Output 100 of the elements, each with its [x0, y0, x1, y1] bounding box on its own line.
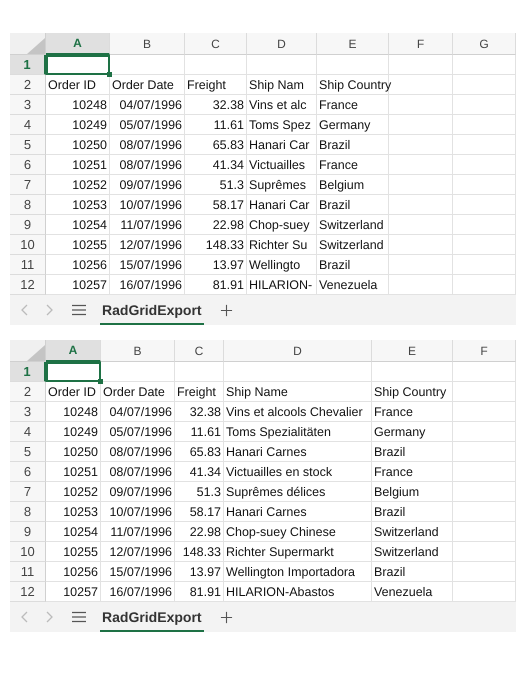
row-header[interactable]: 7: [10, 482, 46, 502]
table-cell: 51.3: [175, 482, 224, 502]
table-cell: 04/07/1996: [101, 402, 175, 422]
table-cell: 08/07/1996: [110, 135, 185, 155]
empty-cell: [453, 135, 516, 155]
table-cell: 08/07/1996: [110, 155, 185, 175]
column-header[interactable]: A: [46, 340, 101, 362]
row-header[interactable]: 7: [10, 175, 46, 195]
table-cell: Suprêmes délices: [224, 482, 372, 502]
row-header[interactable]: 2: [10, 75, 46, 95]
table-cell: 65.83: [185, 135, 247, 155]
row-header[interactable]: 1: [10, 362, 46, 382]
column-header[interactable]: B: [110, 33, 185, 55]
table-cell: 10254: [46, 522, 101, 542]
table-cell: 10256: [46, 562, 101, 582]
row-header[interactable]: 6: [10, 155, 46, 175]
row-header[interactable]: 5: [10, 442, 46, 462]
table-cell: 22.98: [175, 522, 224, 542]
column-header[interactable]: E: [317, 33, 389, 55]
row-header[interactable]: 9: [10, 215, 46, 235]
sheet-tab[interactable]: RadGridExport: [100, 295, 204, 325]
row-header[interactable]: 8: [10, 502, 46, 522]
sheet-tab[interactable]: RadGridExport: [100, 602, 204, 632]
empty-cell: [453, 482, 516, 502]
table-cell: 12/07/1996: [110, 235, 185, 255]
table-cell: Suprêmes: [247, 175, 317, 195]
table-cell: 08/07/1996: [101, 442, 175, 462]
table-cell: Hanari Carnes: [224, 502, 372, 522]
table-cell: 10250: [46, 442, 101, 462]
empty-cell: [389, 255, 453, 275]
table-cell: Order Date: [110, 75, 185, 95]
column-header[interactable]: A: [46, 33, 110, 55]
add-sheet-icon[interactable]: [220, 304, 233, 316]
menu-icon[interactable]: [72, 304, 86, 316]
row-header[interactable]: 4: [10, 115, 46, 135]
table-cell: 10255: [46, 235, 110, 255]
empty-cell: [389, 75, 453, 95]
table-cell: Vins et alc: [247, 95, 317, 115]
row-header[interactable]: 1: [10, 55, 46, 75]
row-header[interactable]: 12: [10, 275, 46, 295]
row-header[interactable]: 11: [10, 562, 46, 582]
empty-cell: [453, 75, 516, 95]
table-cell: 10252: [46, 482, 101, 502]
table-cell: Belgium: [317, 175, 389, 195]
row-header[interactable]: 8: [10, 195, 46, 215]
column-header[interactable]: B: [101, 340, 175, 362]
table-cell: 10256: [46, 255, 110, 275]
empty-cell: [453, 542, 516, 562]
table-cell: Brazil: [317, 255, 389, 275]
row-header[interactable]: 10: [10, 542, 46, 562]
row-header[interactable]: 10: [10, 235, 46, 255]
column-header[interactable]: C: [185, 33, 247, 55]
column-header[interactable]: C: [175, 340, 224, 362]
table-cell: Chop-suey Chinese: [224, 522, 372, 542]
column-header[interactable]: D: [224, 340, 372, 362]
table-cell: 10250: [46, 135, 110, 155]
empty-cell: [453, 562, 516, 582]
row-header[interactable]: 5: [10, 135, 46, 155]
empty-cell: [389, 215, 453, 235]
row-header[interactable]: 3: [10, 402, 46, 422]
table-cell: Germany: [372, 422, 453, 442]
column-header[interactable]: F: [453, 340, 516, 362]
table-cell: France: [317, 155, 389, 175]
empty-cell: [453, 235, 516, 255]
table-cell: Vins et alcools Chevalier: [224, 402, 372, 422]
row-header[interactable]: 12: [10, 582, 46, 602]
table-cell: Switzerland: [372, 522, 453, 542]
row-header[interactable]: 4: [10, 422, 46, 442]
row-header[interactable]: 11: [10, 255, 46, 275]
table-cell: Wellington Importadora: [224, 562, 372, 582]
column-header[interactable]: G: [453, 33, 516, 55]
table-cell: 32.38: [175, 402, 224, 422]
table-cell: 148.33: [175, 542, 224, 562]
row-header[interactable]: 6: [10, 462, 46, 482]
menu-icon[interactable]: [72, 611, 86, 623]
table-cell: 09/07/1996: [110, 175, 185, 195]
column-header[interactable]: F: [389, 33, 453, 55]
table-cell: Ship Country: [372, 382, 453, 402]
table-cell: France: [372, 462, 453, 482]
add-sheet-icon[interactable]: [220, 610, 233, 624]
empty-cell: [389, 155, 453, 175]
empty-cell: [247, 55, 317, 75]
table-cell: 04/07/1996: [110, 95, 185, 115]
table-cell: 11/07/1996: [101, 522, 175, 542]
row-header[interactable]: 2: [10, 382, 46, 402]
empty-cell: [453, 502, 516, 522]
table-cell: France: [317, 95, 389, 115]
active-cell[interactable]: [46, 55, 110, 75]
row-header[interactable]: 3: [10, 95, 46, 115]
table-cell: Richter Supermarkt: [224, 542, 372, 562]
table-cell: Switzerland: [317, 215, 389, 235]
row-header[interactable]: 9: [10, 522, 46, 542]
column-header[interactable]: D: [247, 33, 317, 55]
empty-cell: [453, 522, 516, 542]
empty-cell: [389, 195, 453, 215]
empty-cell: [453, 362, 516, 382]
table-cell: 10253: [46, 502, 101, 522]
table-cell: 148.33: [185, 235, 247, 255]
column-header[interactable]: E: [372, 340, 453, 362]
active-cell[interactable]: [46, 362, 101, 382]
